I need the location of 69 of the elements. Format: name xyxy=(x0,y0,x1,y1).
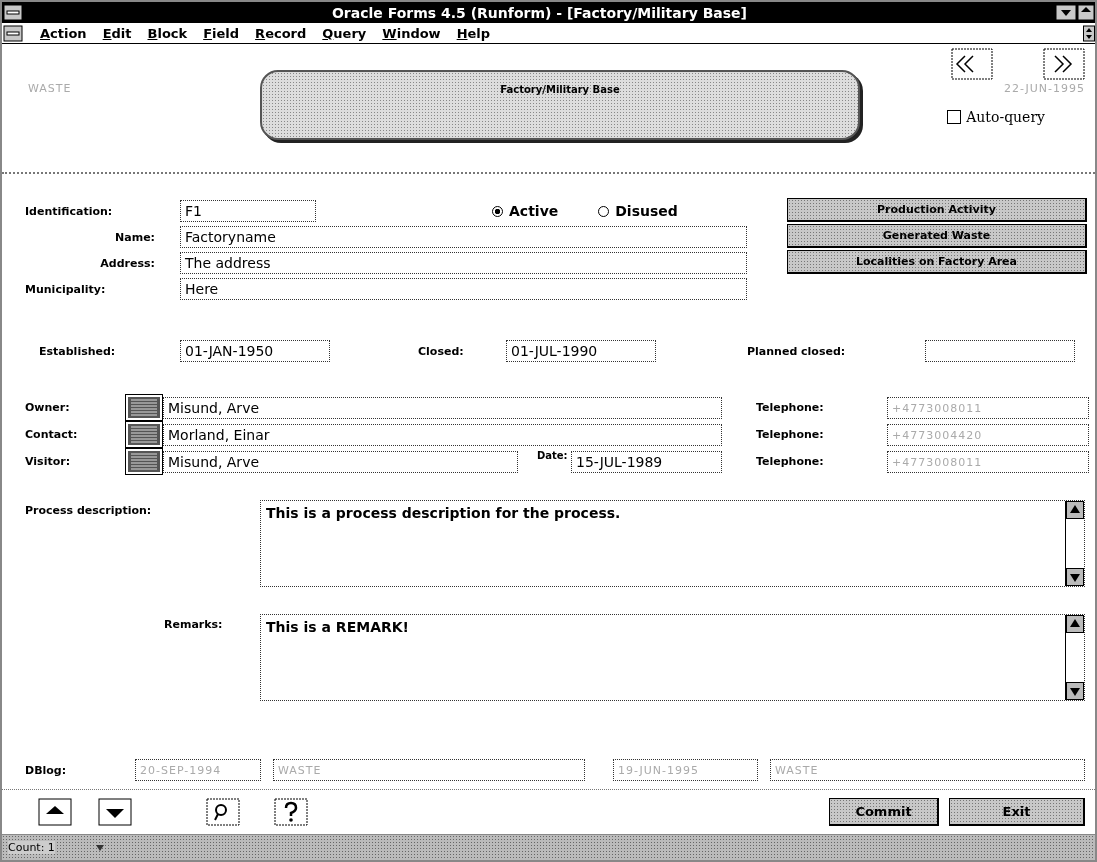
title-banner: Factory/Military Base xyxy=(260,70,860,140)
navigation-button[interactable]: Generated Waste xyxy=(787,224,1087,248)
help-icon[interactable] xyxy=(274,798,308,826)
next-record-button[interactable] xyxy=(1043,48,1085,80)
field-label: Closed: xyxy=(418,344,465,358)
field-label: Remarks: xyxy=(163,618,224,631)
field-label: Municipality: xyxy=(25,282,107,296)
checkbox-label: Auto-query xyxy=(966,109,1045,125)
menu-item[interactable]: Block xyxy=(145,25,190,41)
input-field[interactable]: Misund, Arve xyxy=(163,450,518,473)
action-button[interactable]: Exit xyxy=(949,798,1085,826)
input-field[interactable] xyxy=(925,340,1075,362)
menu-item[interactable]: Help xyxy=(454,25,493,41)
menu-item[interactable]: Query xyxy=(320,25,369,41)
list-of-values-icon[interactable] xyxy=(125,394,163,421)
field-label: Planned closed: xyxy=(747,344,847,358)
previous-record-button[interactable] xyxy=(38,798,72,826)
previous-record-button[interactable] xyxy=(951,48,993,80)
date-label: 22-JUN-1995 xyxy=(1003,82,1085,95)
scroll-up-icon[interactable] xyxy=(1066,501,1084,519)
input-field[interactable]: The address xyxy=(180,252,747,274)
input-field[interactable]: Here xyxy=(180,278,747,300)
restore-icon[interactable] xyxy=(1083,24,1095,42)
window-title: Oracle Forms 4.5 (Runform) - [Factory/Military Base] xyxy=(330,4,748,21)
minimize-icon[interactable] xyxy=(1055,3,1077,22)
navigation-button[interactable]: Production Activity xyxy=(787,198,1087,222)
input-field[interactable]: Morland, Einar xyxy=(163,423,722,446)
navigation-button[interactable]: Localities on Factory Area xyxy=(787,250,1087,274)
input-field[interactable]: Factoryname xyxy=(180,226,747,248)
query-icon[interactable] xyxy=(206,798,240,826)
field-label: Identification: xyxy=(25,204,114,218)
field-label: Contact: xyxy=(25,428,79,441)
field-label: Telephone: xyxy=(756,455,825,468)
list-of-values-icon[interactable] xyxy=(125,421,163,448)
scroll-up-icon[interactable] xyxy=(1066,615,1084,633)
field-label: Visitor: xyxy=(25,455,72,468)
scroll-down-icon[interactable] xyxy=(1066,682,1084,700)
menu-item[interactable]: Action xyxy=(38,25,89,41)
input-field[interactable]: 01-JAN-1950 xyxy=(180,340,330,362)
input-field[interactable]: F1 xyxy=(180,200,316,222)
radio-option[interactable]: Active xyxy=(492,203,559,219)
document-menu-icon[interactable] xyxy=(2,24,24,42)
auto-query-checkbox[interactable] xyxy=(947,110,962,124)
status-text: Count: 1 xyxy=(8,841,55,854)
menu-item[interactable]: Window xyxy=(380,25,443,41)
application-label: WASTE xyxy=(28,82,72,95)
menu-item[interactable]: Edit xyxy=(100,25,134,41)
action-button[interactable]: Commit xyxy=(829,798,939,826)
field-label: Address: xyxy=(99,256,156,270)
next-record-button[interactable] xyxy=(98,798,132,826)
field-label: Process description: xyxy=(25,504,153,517)
caret-icon[interactable] xyxy=(94,844,105,852)
field-label: DBlog: xyxy=(25,763,68,777)
scroll-down-icon[interactable] xyxy=(1066,568,1084,586)
maximize-icon[interactable] xyxy=(1077,3,1095,22)
menu-item[interactable]: Record xyxy=(253,25,309,41)
system-menu-icon[interactable] xyxy=(2,3,24,22)
input-field[interactable]: Misund, Arve xyxy=(163,396,722,419)
field-label: Date: xyxy=(537,450,569,461)
input-field[interactable]: 15-JUL-1989 xyxy=(571,450,722,473)
field-label: Name: xyxy=(114,230,156,244)
radio-option[interactable]: Disused xyxy=(598,203,678,219)
list-of-values-icon[interactable] xyxy=(125,448,163,475)
menu-item[interactable]: Field xyxy=(201,25,242,41)
field-label: Telephone: xyxy=(756,428,825,441)
input-field[interactable]: 01-JUL-1990 xyxy=(506,340,656,362)
field-label: Established: xyxy=(39,344,117,358)
field-label: Owner: xyxy=(25,401,71,414)
field-label: Telephone: xyxy=(756,401,825,414)
